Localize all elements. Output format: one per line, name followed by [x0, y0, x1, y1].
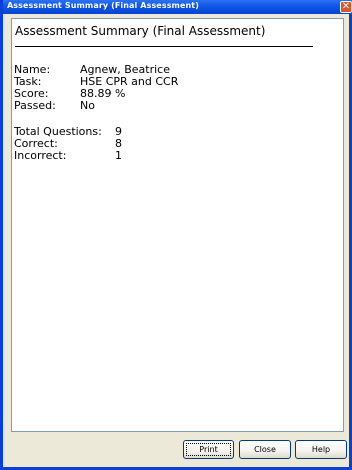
- help-button[interactable]: Help: [295, 440, 347, 459]
- close-button-label: Close: [254, 445, 276, 454]
- incorrect-value: 1: [115, 149, 122, 162]
- summary-panel: Assessment Summary (Final Assessment) Na…: [11, 18, 344, 432]
- assessment-summary-window: Assessment Summary (Final Assessment) ✕ …: [0, 0, 352, 470]
- print-button[interactable]: Print: [183, 440, 234, 459]
- heading-divider: [15, 46, 313, 47]
- passed-value: No: [80, 99, 95, 112]
- close-window-button[interactable]: ✕: [340, 1, 352, 13]
- close-button[interactable]: Close: [239, 440, 291, 459]
- focus-outline: [186, 443, 231, 456]
- help-button-label: Help: [311, 445, 331, 454]
- passed-label: Passed:: [14, 99, 56, 112]
- window-title: Assessment Summary (Final Assessment): [7, 1, 199, 10]
- title-bar[interactable]: Assessment Summary (Final Assessment) ✕: [3, 0, 352, 14]
- close-icon: ✕: [341, 1, 351, 12]
- incorrect-label: Incorrect:: [14, 149, 67, 162]
- summary-heading: Assessment Summary (Final Assessment): [15, 24, 266, 38]
